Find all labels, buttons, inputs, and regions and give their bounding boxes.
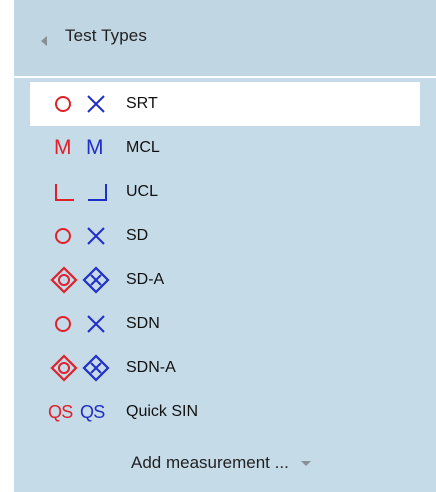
- diamond-circle-icon: [50, 258, 78, 302]
- test-type-mcl[interactable]: M M MCL: [14, 126, 436, 170]
- bracket-right-icon: [86, 170, 108, 214]
- chevron-down-icon: [300, 461, 311, 467]
- test-type-label: SD: [126, 227, 149, 244]
- test-type-label: SDN-A: [126, 359, 176, 376]
- test-type-sdn[interactable]: SDN: [14, 302, 436, 346]
- m-symbol-icon: M: [86, 136, 104, 159]
- test-type-label: SDN: [126, 315, 160, 332]
- test-types-panel: Test Types SRT M M MCL UCL SD SD-A SDN S…: [14, 0, 436, 492]
- test-type-ucl[interactable]: UCL: [14, 170, 436, 214]
- test-type-label: SRT: [126, 95, 158, 112]
- circle-icon: [54, 82, 72, 126]
- test-type-sd-a[interactable]: SD-A: [14, 258, 436, 302]
- test-type-label: SD-A: [126, 271, 165, 288]
- m-symbol-icon: M: [54, 136, 72, 159]
- test-type-label: MCL: [126, 139, 160, 156]
- circle-icon: [54, 302, 72, 346]
- x-icon: [86, 82, 106, 126]
- add-measurement-label: Add measurement ...: [131, 453, 289, 472]
- diamond-x-icon: [82, 346, 110, 390]
- collapse-arrow-icon[interactable]: [41, 36, 47, 46]
- test-type-quick-sin[interactable]: QS QS Quick SIN: [14, 390, 436, 434]
- test-type-label: UCL: [126, 183, 159, 200]
- test-type-srt[interactable]: SRT: [30, 82, 420, 126]
- add-measurement-dropdown[interactable]: Add measurement ...: [131, 453, 311, 473]
- qs-symbol-icon: QS: [48, 402, 73, 422]
- test-type-sd[interactable]: SD: [14, 214, 436, 258]
- diamond-circle-icon: [50, 346, 78, 390]
- test-type-sdn-a[interactable]: SDN-A: [14, 346, 436, 390]
- bracket-left-icon: [54, 170, 76, 214]
- panel-title: Test Types: [65, 26, 147, 45]
- diamond-x-icon: [82, 258, 110, 302]
- circle-icon: [54, 214, 72, 258]
- test-type-label: Quick SIN: [126, 403, 199, 420]
- qs-symbol-icon: QS: [80, 402, 105, 422]
- test-types-header[interactable]: Test Types: [14, 0, 436, 78]
- x-icon: [86, 302, 106, 346]
- test-type-list: SRT M M MCL UCL SD SD-A SDN SDN-A QS QS …: [14, 82, 436, 434]
- x-icon: [86, 214, 106, 258]
